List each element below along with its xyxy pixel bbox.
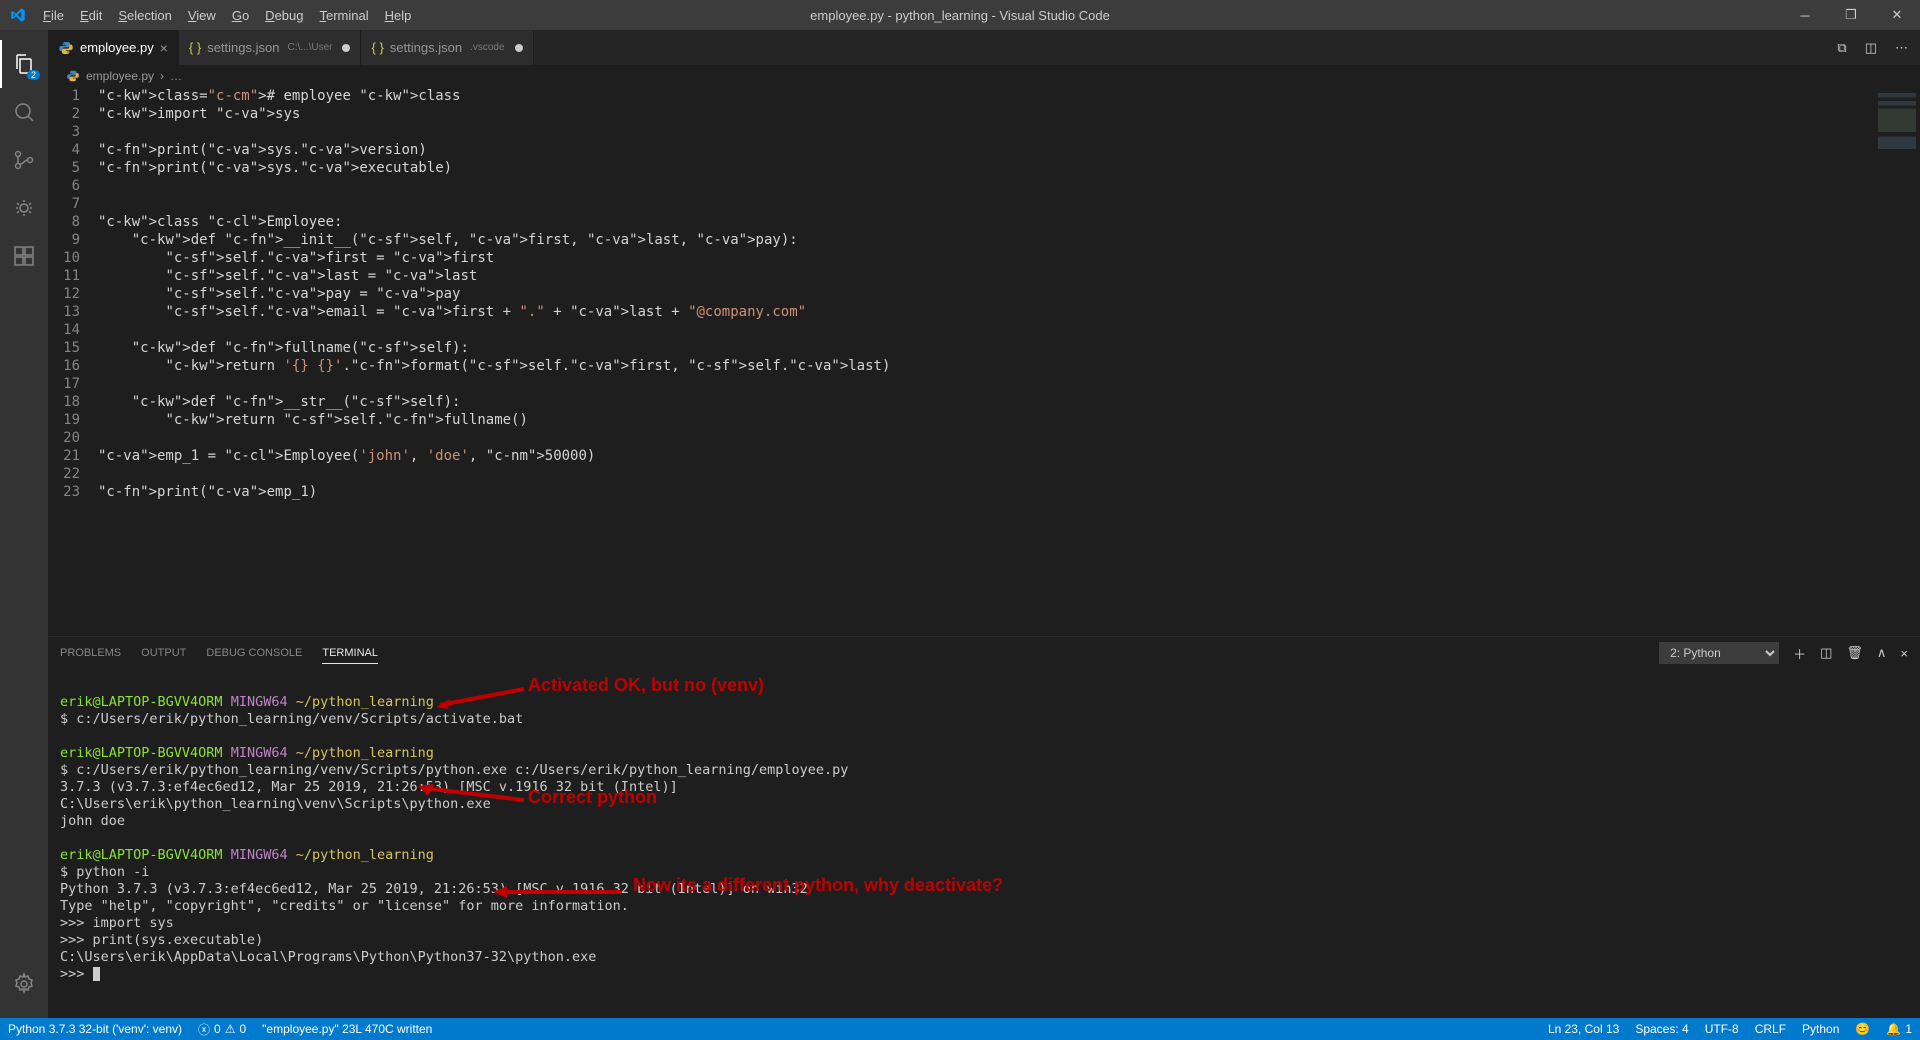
annotation-2: Correct python xyxy=(528,789,657,806)
debug-icon[interactable] xyxy=(0,184,48,232)
maximize-button[interactable]: ❐ xyxy=(1828,0,1874,30)
panel-tab-debug[interactable]: DEBUG CONSOLE xyxy=(206,643,302,663)
close-panel-icon[interactable]: × xyxy=(1900,646,1908,661)
dirty-indicator-icon xyxy=(515,44,523,52)
source-control-icon[interactable] xyxy=(0,136,48,184)
menu-help[interactable]: Help xyxy=(377,0,420,30)
menu-go[interactable]: Go xyxy=(224,0,257,30)
breadcrumb[interactable]: employee.py › … xyxy=(48,65,1920,87)
warning-icon: ⚠ xyxy=(225,1022,236,1036)
kill-terminal-icon[interactable]: 🗑 xyxy=(1846,645,1863,661)
breadcrumb-file: employee.py xyxy=(86,69,154,83)
editor-tabs: employee.py × { } settings.json C:\...\U… xyxy=(48,30,1920,65)
panel-tab-output[interactable]: OUTPUT xyxy=(141,643,186,663)
close-button[interactable]: ✕ xyxy=(1874,0,1920,30)
tab-detail: .vscode xyxy=(470,42,504,53)
new-terminal-icon[interactable]: ＋ xyxy=(1793,644,1806,663)
window-title: employee.py - python_learning - Visual S… xyxy=(810,8,1110,23)
tab-close-icon[interactable]: × xyxy=(160,40,168,56)
status-bar: Python 3.7.3 32-bit ('venv': venv) ⓧ0 ⚠0… xyxy=(0,1018,1920,1040)
arrow-icon xyxy=(493,885,623,899)
minimize-button[interactable]: ─ xyxy=(1782,0,1828,30)
tab-settings-user[interactable]: { } settings.json C:\...\User xyxy=(179,30,362,65)
dirty-indicator-icon xyxy=(342,44,350,52)
status-cursor[interactable]: Ln 23, Col 13 xyxy=(1540,1022,1627,1036)
code-content[interactable]: "c-kw">class="c-cm"># employee "c-kw">cl… xyxy=(98,87,1820,636)
status-feedback-icon[interactable]: 😊 xyxy=(1847,1022,1878,1036)
search-icon[interactable] xyxy=(0,88,48,136)
status-notifications[interactable]: 🔔1 xyxy=(1878,1022,1920,1036)
terminal-content[interactable]: Activated OK, but no (venv) Correct pyth… xyxy=(48,669,1920,1018)
status-language[interactable]: Python xyxy=(1794,1022,1847,1036)
maximize-panel-icon[interactable]: ∧ xyxy=(1877,645,1887,661)
panel: PROBLEMS OUTPUT DEBUG CONSOLE TERMINAL 2… xyxy=(48,636,1920,1018)
python-file-icon xyxy=(66,69,80,83)
panel-tab-problems[interactable]: PROBLEMS xyxy=(60,643,121,663)
error-icon: ⓧ xyxy=(198,1021,210,1038)
tab-detail: C:\...\User xyxy=(287,42,332,53)
annotation-3: Now its a different python, why deactiva… xyxy=(633,877,1003,894)
menu-debug[interactable]: Debug xyxy=(257,0,311,30)
menu-edit[interactable]: Edit xyxy=(72,0,110,30)
status-encoding[interactable]: UTF-8 xyxy=(1697,1022,1747,1036)
status-problems[interactable]: ⓧ0 ⚠0 xyxy=(190,1018,254,1040)
tab-employee[interactable]: employee.py × xyxy=(48,30,179,65)
activity-bar: 2 xyxy=(0,30,48,1018)
terminal-selector[interactable]: 2: Python xyxy=(1659,642,1779,664)
code-editor[interactable]: 1234567891011121314151617181920212223 "c… xyxy=(48,87,1920,636)
menu-bar: File Edit Selection View Go Debug Termin… xyxy=(0,0,419,30)
title-bar: File Edit Selection View Go Debug Termin… xyxy=(0,0,1920,30)
minimap[interactable] xyxy=(1820,87,1920,636)
status-message: "employee.py" 23L 470C written xyxy=(254,1018,440,1040)
bell-icon: 🔔 xyxy=(1886,1022,1901,1036)
arrow-icon xyxy=(436,687,526,709)
more-actions-icon[interactable]: ⋯ xyxy=(1895,40,1908,56)
menu-selection[interactable]: Selection xyxy=(110,0,179,30)
arrow-icon xyxy=(418,784,526,804)
menu-view[interactable]: View xyxy=(180,0,224,30)
extensions-icon[interactable] xyxy=(0,232,48,280)
status-python[interactable]: Python 3.7.3 32-bit ('venv': venv) xyxy=(0,1018,190,1040)
status-eol[interactable]: CRLF xyxy=(1747,1022,1794,1036)
explorer-icon[interactable]: 2 xyxy=(0,40,48,88)
tab-label: settings.json xyxy=(390,40,462,55)
line-numbers: 1234567891011121314151617181920212223 xyxy=(48,87,98,636)
window-controls: ─ ❐ ✕ xyxy=(1782,0,1920,30)
settings-gear-icon[interactable] xyxy=(0,960,48,1008)
vscode-logo-icon xyxy=(0,7,35,23)
tab-label: settings.json xyxy=(207,40,279,55)
menu-terminal[interactable]: Terminal xyxy=(311,0,376,30)
annotation-1: Activated OK, but no (venv) xyxy=(528,677,764,694)
explorer-badge: 2 xyxy=(27,70,40,80)
split-terminal-icon[interactable]: ◫ xyxy=(1820,645,1832,661)
compare-icon[interactable]: ⧉ xyxy=(1837,40,1846,56)
panel-tabs: PROBLEMS OUTPUT DEBUG CONSOLE TERMINAL 2… xyxy=(48,637,1920,669)
menu-file[interactable]: File xyxy=(35,0,72,30)
tab-settings-vscode[interactable]: { } settings.json .vscode xyxy=(361,30,533,65)
split-editor-icon[interactable]: ◫ xyxy=(1865,40,1877,56)
tab-label: employee.py xyxy=(80,40,154,55)
python-file-icon xyxy=(58,40,74,56)
status-spaces[interactable]: Spaces: 4 xyxy=(1627,1022,1696,1036)
panel-tab-terminal[interactable]: TERMINAL xyxy=(322,643,378,664)
